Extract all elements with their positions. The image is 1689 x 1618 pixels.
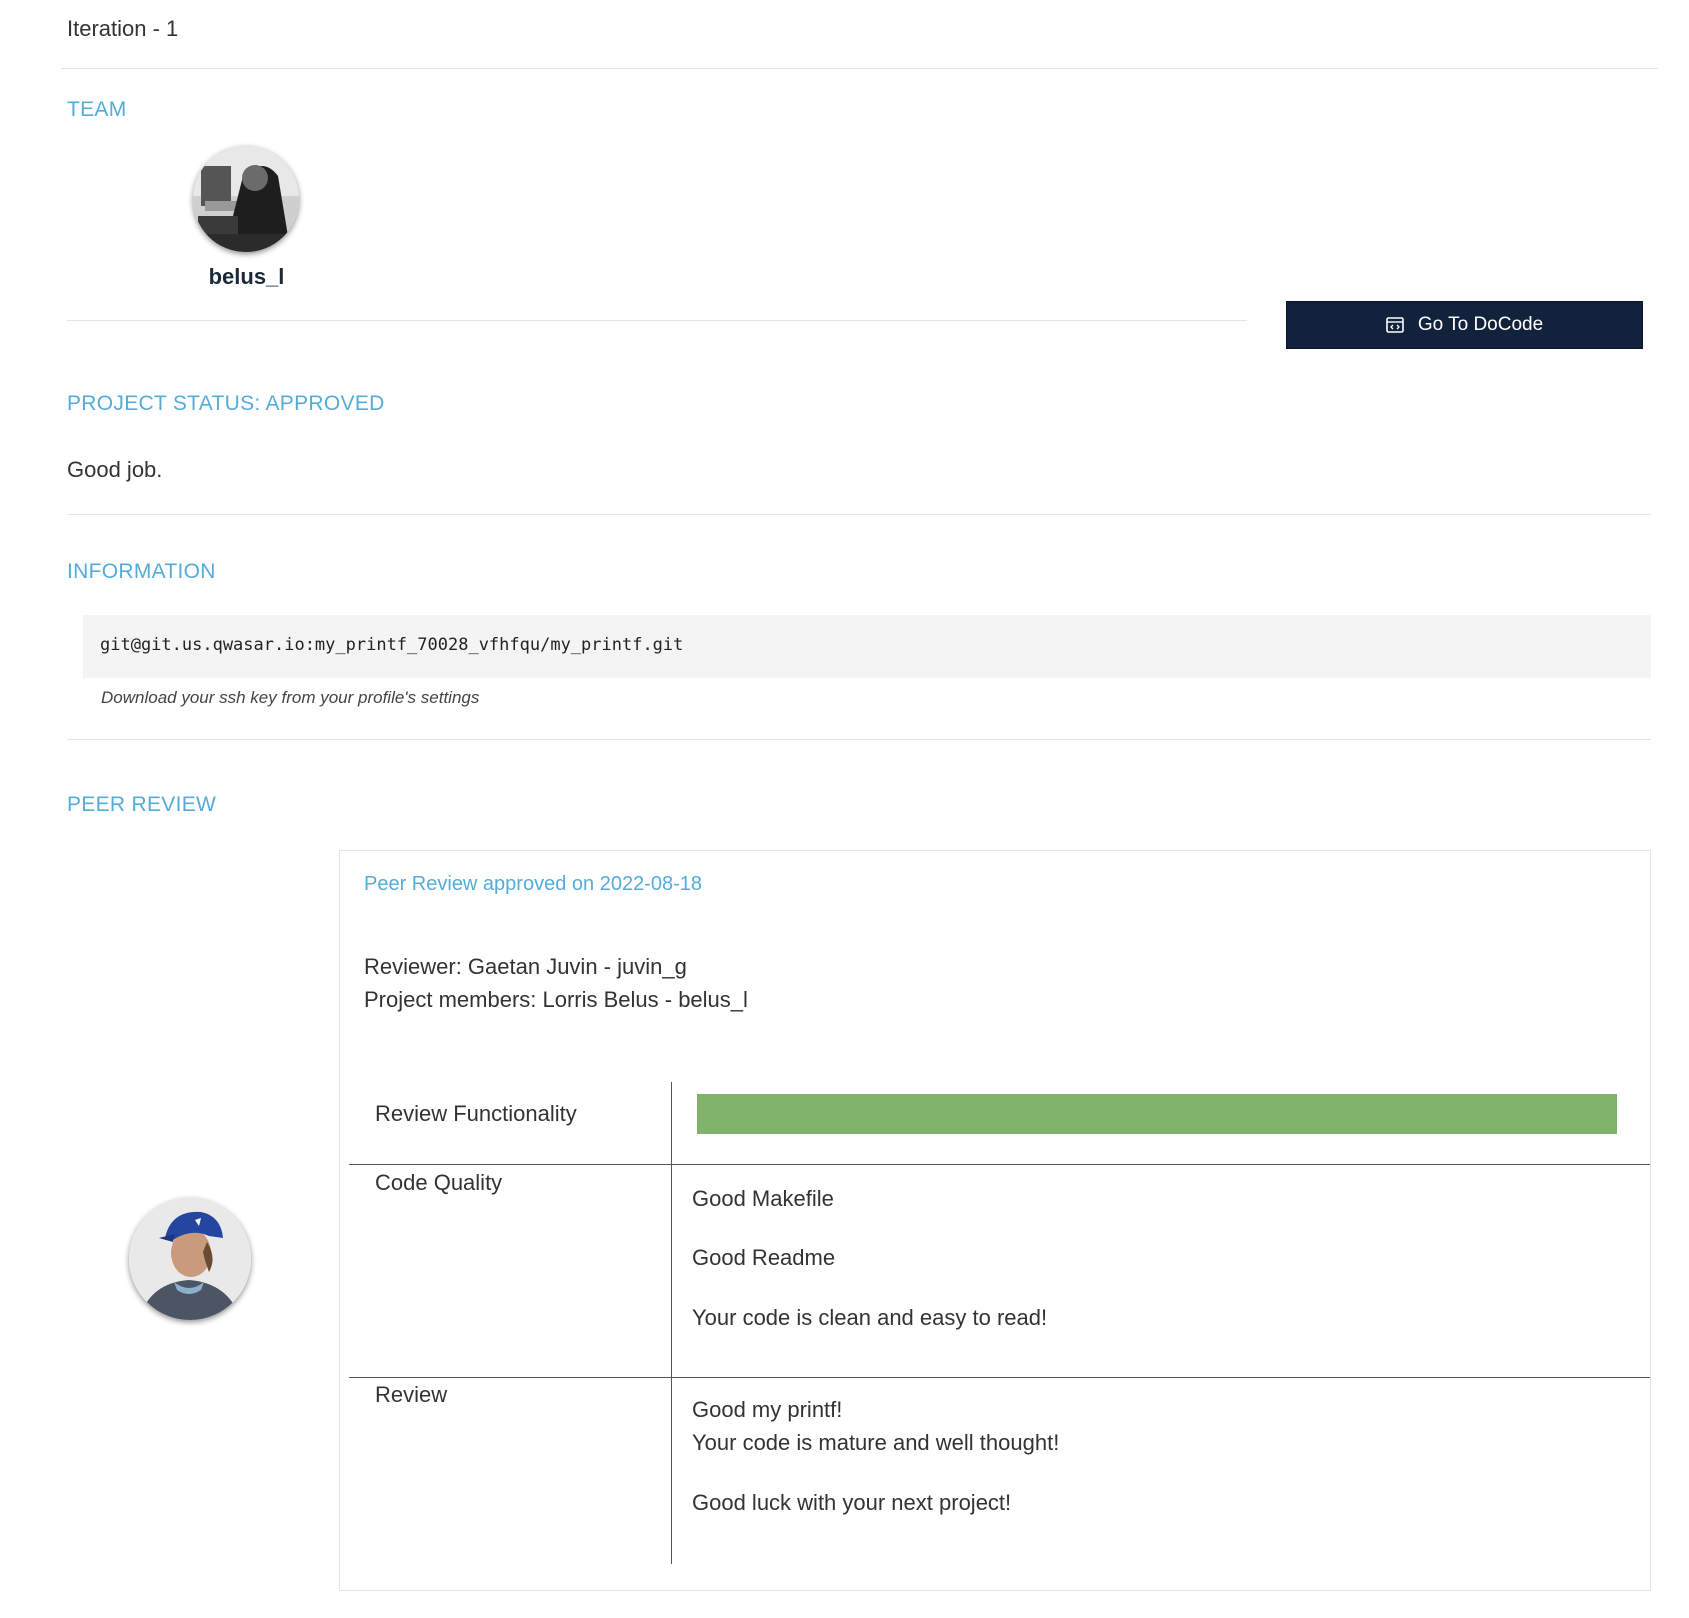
review-comment: Good luck with your next project! bbox=[692, 1490, 1012, 1515]
review-comment: Your code is mature and well thought! bbox=[692, 1430, 1060, 1455]
code-quality-comment: Good Readme bbox=[692, 1245, 836, 1270]
reviewer-line: Reviewer: Gaetan Juvin - juvin_g bbox=[364, 954, 687, 979]
project-members-line: Project members: Lorris Belus - belus_l bbox=[364, 987, 748, 1012]
go-to-docode-label: Go To DoCode bbox=[1417, 314, 1544, 335]
divider bbox=[67, 320, 1247, 321]
functionality-progress-bar bbox=[697, 1094, 1617, 1134]
ssh-key-hint: Download your ssh key from your profile'… bbox=[101, 688, 480, 707]
functionality-progress-fill bbox=[697, 1094, 1617, 1134]
reviewer-photo-icon bbox=[129, 1198, 251, 1320]
peer-review-card: Peer Review approved on 2022-08-18 Revie… bbox=[339, 850, 1651, 1591]
iteration-title: Iteration - 1 bbox=[67, 16, 179, 41]
team-member-avatar[interactable] bbox=[193, 146, 299, 252]
row-label-functionality: Review Functionality bbox=[375, 1101, 577, 1126]
row-label-code-quality: Code Quality bbox=[375, 1170, 503, 1195]
reviewer-avatar[interactable] bbox=[129, 1198, 251, 1320]
table-row-divider bbox=[349, 1164, 1650, 1165]
table-row-divider bbox=[349, 1377, 1650, 1378]
review-comment: Good my printf! bbox=[692, 1397, 843, 1422]
team-heading: TEAM bbox=[67, 98, 127, 121]
project-status-heading: PROJECT STATUS: APPROVED bbox=[67, 392, 385, 415]
divider bbox=[61, 68, 1658, 69]
row-label-review: Review bbox=[375, 1382, 448, 1407]
code-quality-comment: Your code is clean and easy to read! bbox=[692, 1305, 1048, 1330]
peer-review-card-title: Peer Review approved on 2022-08-18 bbox=[364, 873, 702, 895]
divider bbox=[67, 514, 1651, 515]
divider bbox=[67, 739, 1651, 740]
code-quality-comment: Good Makefile bbox=[692, 1186, 834, 1211]
information-heading: INFORMATION bbox=[67, 560, 216, 583]
team-member-name[interactable]: belus_l bbox=[180, 264, 313, 290]
git-url-box[interactable]: git@git.us.qwasar.io:my_printf_70028_vfh… bbox=[83, 615, 1651, 678]
project-status-message: Good job. bbox=[67, 457, 163, 482]
go-to-docode-button[interactable]: Go To DoCode bbox=[1286, 301, 1643, 349]
code-window-icon bbox=[1386, 317, 1404, 333]
table-column-divider bbox=[671, 1082, 672, 1564]
peer-review-heading: PEER REVIEW bbox=[67, 793, 217, 816]
avatar-photo-icon bbox=[193, 146, 299, 252]
